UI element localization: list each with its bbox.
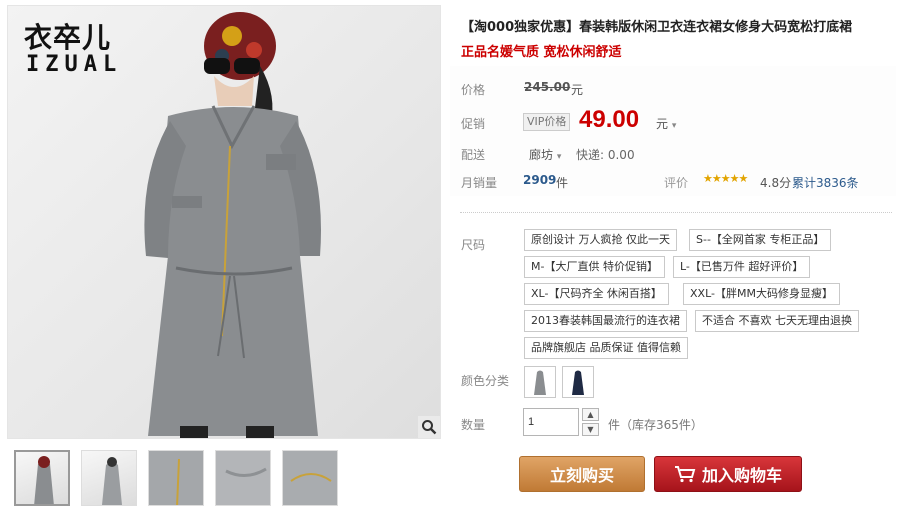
rating-stars: ★★★★★ (703, 172, 748, 185)
rating-score: 4.8分 (760, 176, 792, 190)
color-label: 颜色分类 (461, 374, 510, 388)
thumbnail-image (216, 451, 270, 505)
chevron-down-icon: ▾ (671, 121, 677, 131)
quantity-label: 数量 (461, 418, 486, 432)
size-option[interactable]: 2013春装韩国最流行的连衣裙 (524, 310, 687, 332)
product-title: 【淘000独家优惠】春装韩版休闲卫衣连衣裙女修身大码宽松打底裙 (461, 20, 853, 35)
section-divider (460, 212, 892, 213)
size-option[interactable]: 不适合 不喜欢 七天无理由退换 (695, 310, 859, 332)
size-option[interactable]: 品牌旗舰店 品质保证 值得信赖 (524, 337, 688, 359)
current-price: 49.00 (579, 106, 640, 133)
vip-price-tag: VIP价格 (523, 113, 571, 131)
thumbnail-image (149, 451, 203, 505)
original-price-unit: 元 (571, 83, 584, 97)
size-option[interactable]: L-【已售万件 超好评价】 (673, 256, 811, 278)
color-swatch-navy[interactable] (562, 366, 594, 398)
size-label: 尺码 (461, 238, 486, 252)
quantity-increase-button[interactable]: ▲ (582, 408, 599, 421)
shipping-label: 配送 (461, 148, 486, 162)
magnifier-icon (422, 420, 437, 435)
original-price: 245.00 (524, 80, 571, 94)
current-price-unit-label: 元 (656, 117, 669, 131)
monthly-sales-unit: 件 (556, 176, 569, 190)
price-label: 价格 (461, 83, 486, 97)
color-swatch-grey[interactable] (524, 366, 556, 398)
thumbnail-1[interactable] (14, 450, 70, 506)
promo-label: 促销 (461, 117, 486, 131)
thumbnail-5[interactable] (282, 450, 338, 506)
grey-dress-icon (534, 370, 546, 395)
quantity-decrease-button[interactable]: ▼ (582, 423, 599, 436)
shipping-location[interactable]: 廊坊 ▾ (529, 146, 561, 163)
monthly-sales-label: 月销量 (461, 176, 498, 190)
thumbnail-2[interactable] (81, 450, 137, 506)
thumbnail-image (34, 456, 54, 504)
size-option[interactable]: S--【全网首家 专柜正品】 (689, 229, 832, 251)
thumbnail-3[interactable] (148, 450, 204, 506)
chevron-up-icon: ▲ (587, 410, 594, 419)
shipping-fee: 快递: 0.00 (576, 148, 635, 162)
review-label: 评价 (664, 176, 689, 190)
review-count-link[interactable]: 累计3836条 (792, 174, 859, 191)
monthly-sales-count: 2909 (523, 173, 557, 187)
size-option[interactable]: XL-【尺码齐全 休闲百搭】 (524, 283, 669, 305)
thumbnail-4[interactable] (215, 450, 271, 506)
quantity-input[interactable] (523, 408, 579, 436)
size-option[interactable]: 原创设计 万人疯抢 仅此一天 (524, 229, 677, 251)
product-subtitle: 正品名媛气质 宽松休闲舒适 (461, 45, 622, 60)
add-to-cart-button[interactable]: 加入购物车 (654, 456, 802, 492)
buy-now-button[interactable]: 立刻购买 (519, 456, 645, 492)
model-figure (144, 12, 321, 438)
navy-dress-icon (572, 370, 584, 395)
thumbnail-image (283, 451, 337, 505)
current-price-unit[interactable]: 元 ▾ (656, 115, 676, 132)
main-product-image[interactable]: 衣卒儿 IZUAL (7, 5, 441, 439)
size-option[interactable]: M-【大厂直供 特价促销】 (524, 256, 665, 278)
stock-info: 件（库存365件） (608, 418, 703, 432)
shipping-location-text: 廊坊 (529, 148, 554, 162)
thumbnail-image (102, 457, 122, 505)
zoom-button[interactable] (418, 416, 440, 438)
add-to-cart-label: 加入购物车 (701, 466, 782, 485)
cart-icon (674, 466, 696, 483)
size-option[interactable]: XXL-【胖MM大码修身显瘦】 (683, 283, 840, 305)
chevron-down-icon: ▼ (587, 425, 594, 434)
chevron-down-icon: ▾ (556, 152, 562, 162)
